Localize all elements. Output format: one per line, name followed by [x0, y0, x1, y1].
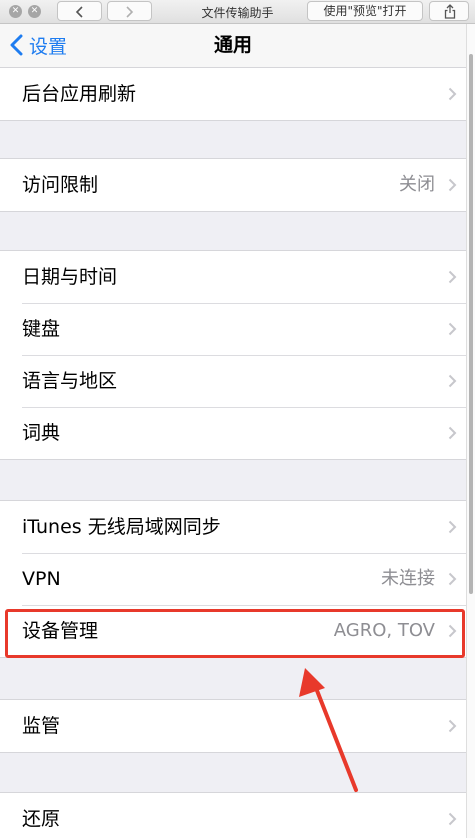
annotation-arrow [299, 668, 358, 792]
scrollbar-thumb[interactable] [469, 54, 473, 594]
scrollbar[interactable] [466, 24, 475, 838]
